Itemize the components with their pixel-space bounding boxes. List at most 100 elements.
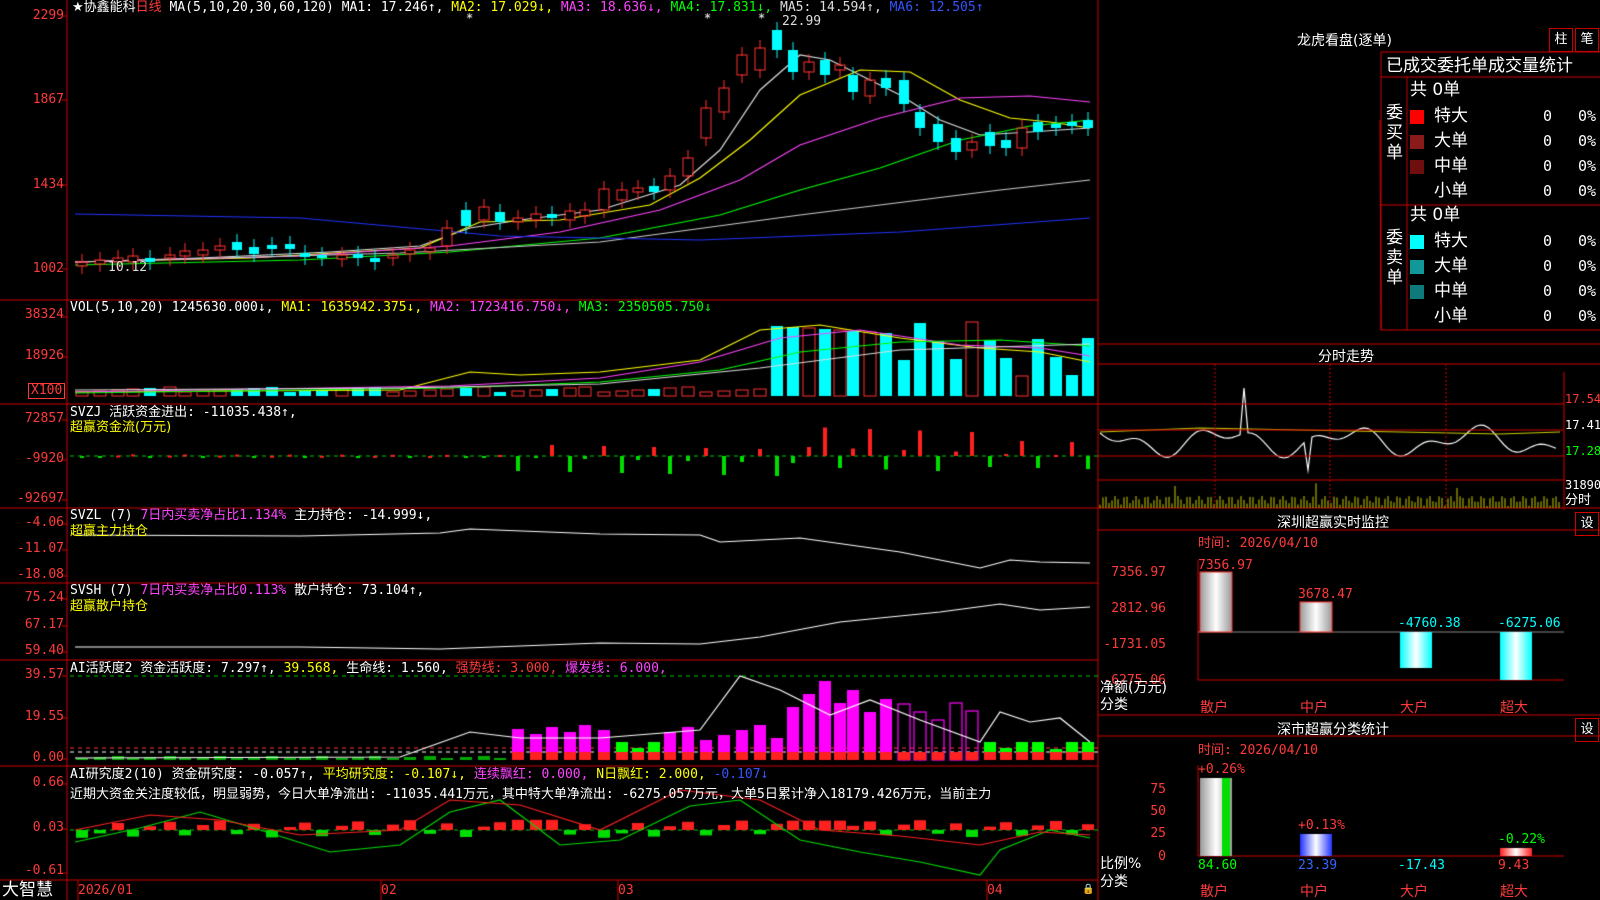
date-axis-label: 02 <box>381 883 397 898</box>
sz-class-axis-label: 75 <box>1150 782 1166 797</box>
svsh-ratio: 7日内买卖净占比0.113% <box>140 583 287 598</box>
vol-ma2: MA2: 1723416.750↓, <box>430 300 571 315</box>
sz-monitor-category: 大户 <box>1400 700 1428 716</box>
sz-monitor-title: 深圳超赢实时监控 <box>1277 515 1389 531</box>
ai2-axis-label: 0.66 <box>32 775 64 790</box>
ma1-value: MA1: 17.246↑, <box>341 0 444 15</box>
sz-monitor-settings-button[interactable]: 设 <box>1575 512 1599 536</box>
price-axis-label: 1434 <box>32 177 64 192</box>
sz-monitor-value: -4760.38 <box>1398 616 1461 631</box>
svzj-axis-label: -92697 <box>17 491 64 506</box>
sz-monitor-value: 3678.47 <box>1298 587 1353 602</box>
ai2-last: -0.107↓ <box>713 767 769 782</box>
ai2-comment: 近期大资金关注度较低，明显弱势，今日大单净流出: -11035.441万元，其中… <box>70 787 992 802</box>
buy-row-pct: 0% <box>1578 157 1597 175</box>
ma3-value: MA3: 18.636↓, <box>560 0 663 15</box>
svzl-axis-label: -18.08 <box>17 567 64 582</box>
low-price-mark: 10.12 <box>108 260 148 275</box>
ma5-value: MA5: 14.594↑, <box>780 0 882 15</box>
ma2-value: MA2: 17.029↓, <box>451 0 554 15</box>
vol-ma3: MA3: 2350505.750↓ <box>578 300 712 315</box>
sz-class-value: 84.60 <box>1198 858 1238 873</box>
svzl-subtitle: 超赢主力持仓 <box>70 524 149 539</box>
vol-value: 1245630.000↓, <box>171 300 274 315</box>
sz-class-value: 23.39 <box>1298 858 1338 873</box>
bar-mode-button[interactable]: 柱 <box>1549 28 1573 52</box>
tick-mode-button[interactable]: 笔 <box>1575 28 1599 52</box>
intraday-title: 分时走势 <box>1318 349 1374 365</box>
buy-row-name: 大单 <box>1434 131 1468 151</box>
sz-class-value: 9.43 <box>1498 858 1530 873</box>
sz-class-xlabel: 分类 <box>1100 874 1128 890</box>
ai2-title: AI研究度2(10) 资金研究度: -0.057↑, <box>70 767 315 782</box>
vol-header: VOL(5,10,20) 1245630.000↓, MA1: 1635942.… <box>70 300 712 316</box>
vol-title: VOL(5,10,20) <box>70 300 164 315</box>
vol-ma1: MA1: 1635942.375↓, <box>281 300 423 315</box>
sz-class-pct: +0.26% <box>1198 762 1245 777</box>
stock-name[interactable]: 协鑫能科 <box>84 0 136 15</box>
dragon-header: 已成交委托单成交量统计 <box>1386 56 1573 76</box>
sell-orders-label: 委卖单 <box>1386 228 1403 288</box>
intraday-axis-label: 17.41 <box>1565 418 1600 432</box>
sz-class-axis-label: 50 <box>1150 804 1166 819</box>
svzl-title: SVZL (7) <box>70 508 133 523</box>
sz-class-category: 超大 <box>1500 884 1528 900</box>
dragon-title: 龙虎看盘(逐单) <box>1297 33 1392 49</box>
buy-row-name: 特大 <box>1434 106 1468 126</box>
sell-row-count: 0 <box>1543 282 1553 300</box>
ai2-average: 平均研究度: -0.107↓, <box>322 767 466 782</box>
buy-row-count: 0 <box>1543 107 1553 125</box>
intraday-vol-label: 31890 <box>1565 478 1600 492</box>
sz-class-pct: +0.13% <box>1298 818 1345 833</box>
sell-row-pct: 0% <box>1578 232 1597 250</box>
sz-monitor-category: 散户 <box>1200 700 1228 716</box>
sell-row-count: 0 <box>1543 232 1553 250</box>
buy-total: 共 0单 <box>1410 80 1461 100</box>
vol-unit-button[interactable]: X100 <box>28 383 66 399</box>
svzl-axis-label: -11.07 <box>17 541 64 556</box>
sz-monitor-category: 超大 <box>1500 700 1528 716</box>
sell-row-pct: 0% <box>1578 257 1597 275</box>
buy-row-count: 0 <box>1543 132 1553 150</box>
sz-monitor-axis-label: 7356.97 <box>1111 565 1166 580</box>
sell-total: 共 0单 <box>1410 205 1461 225</box>
buy-row-pct: 0% <box>1578 107 1597 125</box>
ai1-strong: 强势线: 3.000, <box>455 661 558 676</box>
high-price-mark: 22.99 <box>782 14 822 29</box>
date-axis-label: 2026/01 <box>78 883 133 898</box>
date-axis-label: 04 <box>987 883 1003 898</box>
price-axis-label: 2299 <box>32 8 64 23</box>
sz-class-time: 时间: 2026/04/10 <box>1198 743 1318 758</box>
buy-color-swatch <box>1410 110 1424 124</box>
ai1-axis-label: 0.00 <box>32 750 64 765</box>
sell-row-pct: 0% <box>1578 307 1597 325</box>
sz-monitor-category: 中户 <box>1300 700 1328 716</box>
ma4-value: MA4: 17.831↓, <box>670 0 773 15</box>
sz-class-settings-button[interactable]: 设 <box>1575 718 1599 742</box>
sell-row-name: 小单 <box>1434 306 1468 326</box>
sz-monitor-axis-label: -1731.05 <box>1103 637 1166 652</box>
sz-class-pct: -0.22% <box>1498 832 1545 847</box>
buy-row-count: 0 <box>1543 182 1553 200</box>
period-label[interactable]: 日线 <box>136 0 162 15</box>
sz-class-title: 深市超赢分类统计 <box>1277 722 1389 738</box>
svsh-axis-label: 75.24 <box>24 590 64 605</box>
sz-monitor-value: 7356.97 <box>1198 558 1253 573</box>
date-axis-label: 03 <box>618 883 634 898</box>
sell-row-name: 中单 <box>1434 281 1468 301</box>
svsh-header: SVSH (7) 7日内买卖净占比0.113% 散户持仓: 73.104↑, <box>70 583 424 599</box>
ai2-axis-label: 0.03 <box>32 820 64 835</box>
lock-icon[interactable]: 🔒 <box>1082 882 1094 898</box>
vol-axis-label: 18926 <box>24 348 64 363</box>
buy-color-swatch <box>1410 160 1424 174</box>
buy-row-pct: 0% <box>1578 132 1597 150</box>
svzl-ratio: 7日内买卖净占比1.134% <box>140 508 287 523</box>
stock-header: ★协鑫能科日线 MA(5,10,20,30,60,120) MA1: 17.24… <box>72 0 984 16</box>
favorite-star-icon[interactable]: ★ <box>72 0 84 15</box>
sz-class-axis-label: 25 <box>1150 826 1166 841</box>
sell-color-swatch <box>1410 260 1424 274</box>
ai1-title: AI活跃度2 资金活跃度: 7.297↑, <box>70 661 276 676</box>
price-axis-label: 1867 <box>32 92 64 107</box>
sz-class-ylabel: 比例% <box>1100 856 1142 872</box>
ai1-header: AI活跃度2 资金活跃度: 7.297↑, 39.568, 生命线: 1.560… <box>70 661 667 677</box>
